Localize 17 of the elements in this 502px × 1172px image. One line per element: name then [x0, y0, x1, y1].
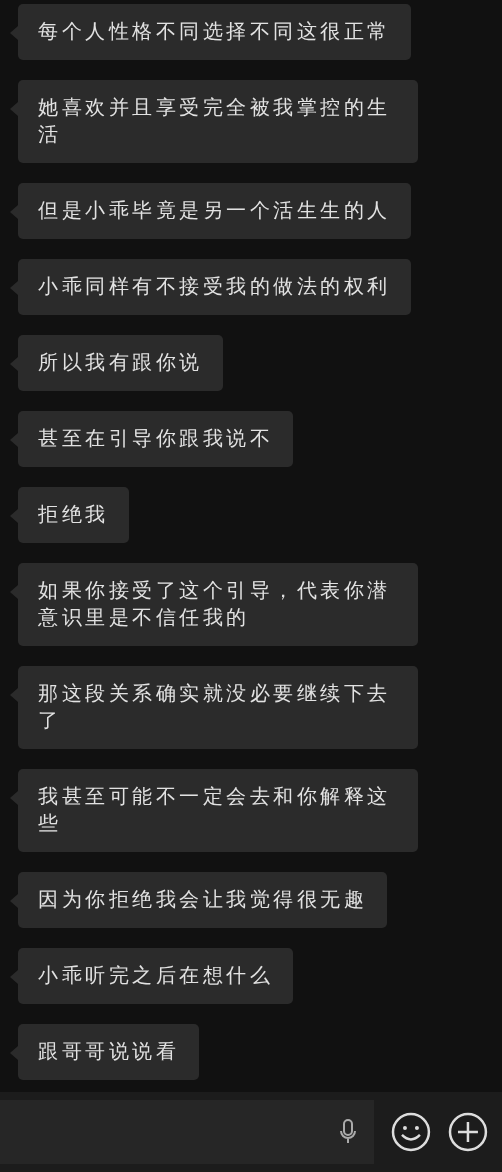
- message-bubble: 跟哥哥说说看: [10, 1024, 199, 1080]
- message-bubble: 小乖听完之后在想什么: [10, 948, 293, 1004]
- message-bubble: 我甚至可能不一定会去和你解释这些: [10, 769, 418, 852]
- message-bubble: 那这段关系确实就没必要继续下去了: [10, 666, 418, 749]
- message-bubble: 但是小乖毕竟是另一个活生生的人: [10, 183, 411, 239]
- input-field[interactable]: [0, 1100, 375, 1164]
- message-bubble: 甚至在引导你跟我说不: [10, 411, 293, 467]
- message-bubble: 她喜欢并且享受完全被我掌控的生活: [10, 80, 418, 163]
- message-bubble: 所以我有跟你说: [10, 335, 223, 391]
- message-bubble: 如果你接受了这个引导，代表你潜意识里是不信任我的: [10, 563, 418, 646]
- microphone-icon[interactable]: [339, 1119, 358, 1145]
- message-bubble: 小乖同样有不接受我的做法的权利: [10, 259, 411, 315]
- message-bubble: 每个人性格不同选择不同这很正常: [10, 4, 411, 60]
- emoji-icon[interactable]: [391, 1112, 432, 1152]
- message-bubble: 拒绝我: [10, 487, 129, 543]
- message-bubble: 因为你拒绝我会让我觉得很无趣: [10, 872, 387, 928]
- plus-icon[interactable]: [448, 1112, 488, 1152]
